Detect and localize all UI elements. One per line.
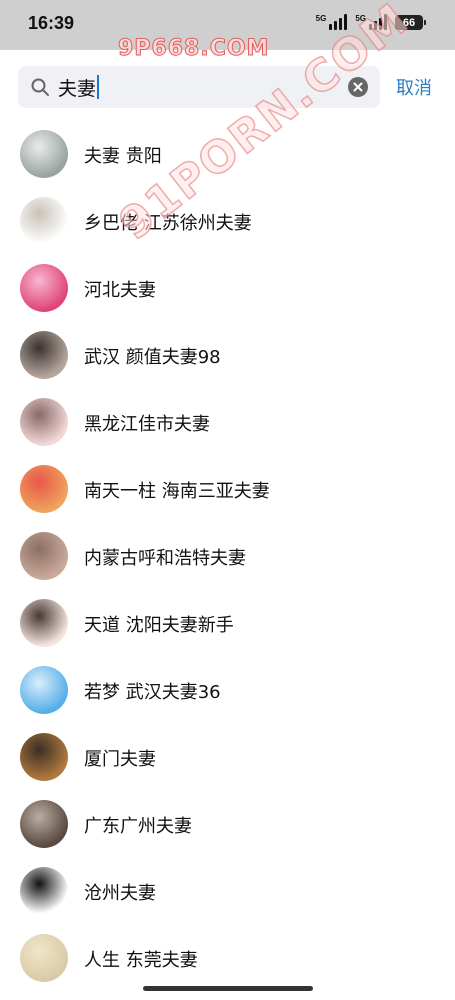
list-item[interactable]: 河北夫妻	[0, 255, 455, 322]
status-icons: 5G 5G 66	[316, 14, 426, 30]
contact-name: 黑龙江佳市夫妻	[84, 413, 210, 435]
contact-name: 武汉 颜值夫妻98	[84, 346, 221, 368]
list-item[interactable]: 厦门夫妻	[0, 724, 455, 791]
search-results-list: 夫妻 贵阳乡巴佬 江苏徐州夫妻 河北夫妻武汉 颜值夫妻98 黑龙江佳市夫妻南天一柱 …	[0, 121, 455, 992]
search-box[interactable]: 夫妻	[18, 66, 380, 108]
network-type-label-2: 5G	[355, 14, 366, 23]
contact-name: 若梦 武汉夫妻36	[84, 681, 221, 703]
clear-icon[interactable]	[348, 77, 368, 97]
avatar	[20, 197, 68, 245]
avatar	[20, 331, 68, 379]
cellular-signal-icon-2: 5G	[355, 14, 387, 30]
avatar	[20, 934, 68, 982]
contact-name: 沧州夫妻	[84, 882, 156, 904]
avatar	[20, 465, 68, 513]
battery-icon: 66	[395, 15, 426, 30]
search-bar: 夫妻 取消	[0, 62, 455, 112]
avatar	[20, 867, 68, 915]
contact-name: 厦门夫妻	[84, 748, 156, 770]
avatar	[20, 599, 68, 647]
list-item[interactable]: 内蒙古呼和浩特夫妻	[0, 523, 455, 590]
list-item[interactable]: 若梦 武汉夫妻36	[0, 657, 455, 724]
contact-name: 人生 东莞夫妻	[84, 949, 198, 971]
list-item[interactable]: 黑龙江佳市夫妻	[0, 389, 455, 456]
avatar	[20, 800, 68, 848]
list-item[interactable]: 广东广州夫妻	[0, 791, 455, 858]
contact-name: 内蒙古呼和浩特夫妻	[84, 547, 246, 569]
search-query: 夫妻	[58, 77, 97, 100]
text-cursor	[97, 75, 100, 99]
search-input[interactable]: 夫妻	[58, 66, 348, 108]
list-item[interactable]: 沧州夫妻	[0, 858, 455, 925]
list-item[interactable]: 天道 沈阳夫妻新手	[0, 590, 455, 657]
avatar	[20, 264, 68, 312]
home-indicator[interactable]	[143, 986, 313, 991]
watermark-top: 9P668.COM	[117, 36, 270, 62]
search-icon	[31, 78, 49, 96]
avatar	[20, 532, 68, 580]
cellular-signal-icon: 5G	[316, 14, 348, 30]
contact-name: 广东广州夫妻	[84, 815, 192, 837]
list-item[interactable]: 南天一柱 海南三亚夫妻	[0, 456, 455, 523]
network-type-label: 5G	[315, 14, 327, 23]
list-item[interactable]: 乡巴佬 江苏徐州夫妻	[0, 188, 455, 255]
status-time: 16:39	[28, 13, 75, 33]
cancel-button[interactable]: 取消	[396, 74, 432, 100]
avatar	[20, 398, 68, 446]
contact-name: 乡巴佬 江苏徐州夫妻	[84, 212, 252, 234]
avatar	[20, 666, 68, 714]
contact-name: 南天一柱 海南三亚夫妻	[84, 480, 270, 502]
contact-name: 河北夫妻	[84, 279, 156, 301]
close-icon	[353, 82, 363, 92]
avatar	[20, 733, 68, 781]
avatar	[20, 130, 68, 178]
list-item[interactable]: 人生 东莞夫妻	[0, 925, 455, 992]
contact-name: 夫妻 贵阳	[84, 145, 162, 167]
list-item[interactable]: 武汉 颜值夫妻98	[0, 322, 455, 389]
contact-name: 天道 沈阳夫妻新手	[84, 614, 234, 636]
list-item[interactable]: 夫妻 贵阳	[0, 121, 455, 188]
